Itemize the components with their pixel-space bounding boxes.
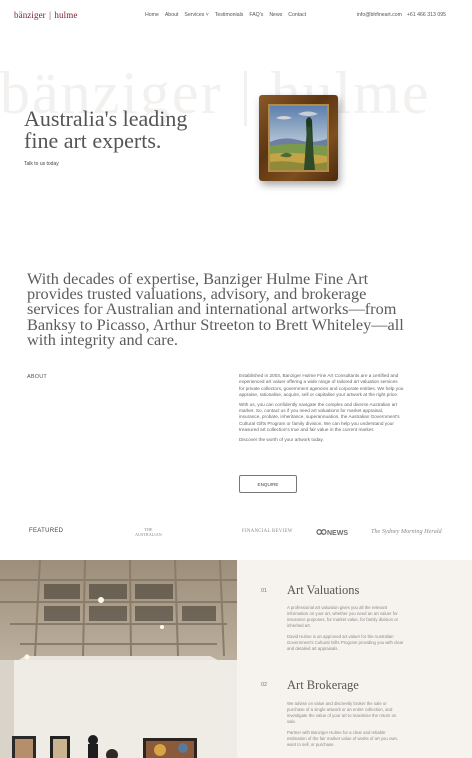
header-contact: info@bhfineart.com +61 466 313 095 [357,12,446,18]
enquire-button[interactable]: ENQUIRE [239,475,297,493]
about-paragraph: Discover the worth of your artwork today… [239,436,324,442]
about-paragraph: With us, you can confidently navigate th… [239,401,400,433]
press-australian-bottom: AUSTRALIAN [135,532,162,537]
service-title[interactable]: Art Brokerage [287,678,359,693]
nav-news[interactable]: News [269,12,282,18]
email-link[interactable]: info@bhfineart.com [357,12,402,18]
logo-left: bänziger [14,10,46,20]
nav-testimonials[interactable]: Testimonials [215,12,244,18]
services-section: 01 Art Valuations A professional art val… [237,560,472,758]
service-text: We advise on value and discreetly broker… [287,701,405,753]
chevron-down-icon: ˅ [205,12,209,18]
nav-services-label: Services [184,12,205,18]
logo-separator: | [49,10,52,20]
intro-statement: With decades of expertise, Banziger Hulm… [27,269,404,349]
hero-title: Australia's leading fine art experts. [24,108,187,152]
nav-services[interactable]: Services ˅ [184,12,208,18]
talk-to-us-link[interactable]: Talk to us today [24,161,59,167]
service-text: A professional art valuation gives you a… [287,605,405,657]
about-paragraph: Established in 2003, Banziger Hulme Fine… [239,373,404,398]
nav-home[interactable]: Home [145,12,159,18]
service-paragraph: David Hulme is an approved art valuer fo… [287,634,404,651]
press-logo-abc-news[interactable]: NEWS [316,528,348,537]
site-header: bänziger | hulme Home About Services ˅ T… [0,0,472,30]
nav-faqs[interactable]: FAQ's [249,12,263,18]
service-number: 01 [261,588,268,594]
logo-right: hulme [54,10,78,20]
painting-image [270,106,327,170]
press-logo-financial-review[interactable]: FINANCIAL REVIEW [242,529,293,534]
press-abc-label: NEWS [327,530,348,537]
press-logo-the-australian[interactable]: THE AUSTRALIAN [135,527,162,537]
site-logo[interactable]: bänziger | hulme [14,10,77,20]
gallery-photo [0,560,237,758]
nav-about[interactable]: About [165,12,179,18]
abc-icon [316,529,327,535]
service-paragraph: We advise on value and discreetly broker… [287,701,397,724]
press-logo-smh[interactable]: The Sydney Morning Herald [371,528,442,535]
service-paragraph: Partner with Banziger Hulme for a clear … [287,730,399,747]
about-text: Established in 2003, Banziger Hulme Fine… [239,373,404,446]
main-nav: Home About Services ˅ Testimonials FAQ's… [145,12,306,18]
nav-contact[interactable]: Contact [288,12,306,18]
featured-label: FEATURED [29,528,64,534]
framed-painting [259,95,338,181]
phone-link[interactable]: +61 466 313 095 [407,12,446,18]
service-title[interactable]: Art Valuations [287,583,359,598]
hero-title-line2: fine art experts. [24,128,162,153]
about-label: ABOUT [27,374,47,380]
service-paragraph: A professional art valuation gives you a… [287,605,399,628]
service-number: 02 [261,682,268,688]
